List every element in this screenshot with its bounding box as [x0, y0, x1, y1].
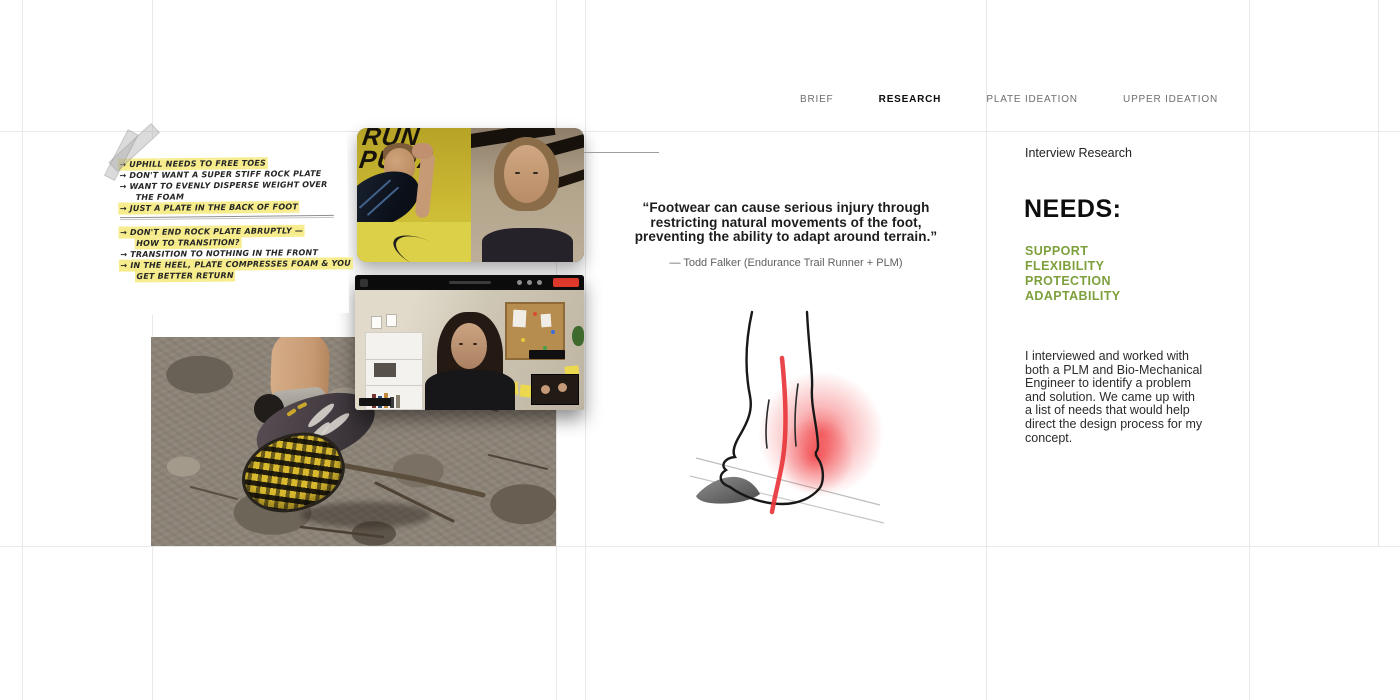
connector-line: [584, 152, 659, 153]
nav-item-plate-ideation[interactable]: PLATE IDEATION: [986, 94, 1077, 105]
toolbar-icon: [527, 280, 532, 285]
need-item: FLEXIBILITY: [1025, 259, 1121, 274]
grid-line: [22, 0, 23, 700]
self-view-face: [541, 385, 550, 394]
plant: [572, 326, 584, 346]
shoe-lace: [359, 179, 392, 209]
participant-name-tag: [529, 350, 565, 359]
book-spine: [396, 395, 400, 408]
project-nav: BRIEF RESEARCH PLATE IDEATION UPPER IDEATIO…: [800, 94, 1218, 105]
section-heading: Interview Research: [1025, 146, 1132, 160]
self-view-face: [558, 383, 567, 392]
interviewee-face: [451, 323, 487, 369]
note-text: → UPHILL NEEDS TO FREE TOES: [119, 159, 266, 170]
yellow-shirt: [357, 222, 471, 262]
pin-icon: [533, 312, 537, 316]
shoe-lace: [297, 402, 308, 410]
window-titlebar: [355, 275, 584, 290]
participant-face: [504, 145, 549, 203]
participant-torso: [482, 228, 573, 262]
grid-line: [1378, 0, 1379, 546]
nav-item-upper-ideation[interactable]: UPPER IDEATION: [1123, 94, 1218, 105]
grid-line: [986, 0, 987, 700]
video-participant-right: [471, 128, 584, 262]
need-item: PROTECTION: [1025, 274, 1121, 289]
handwritten-notes: → UPHILL NEEDS TO FREE TOES→ DON'T WANT …: [109, 137, 349, 315]
window-menu-icon: [360, 279, 368, 287]
note-underline: [120, 215, 334, 220]
picture-frame: [371, 316, 382, 329]
participant-hand: [412, 143, 433, 159]
nav-item-brief[interactable]: BRIEF: [800, 94, 833, 105]
needs-title: NEEDS:: [1024, 195, 1121, 224]
self-view-thumbnail: [531, 374, 579, 405]
grid-line: [0, 546, 1400, 547]
rock-shape: [696, 477, 760, 504]
toolbar-icon: [517, 280, 522, 285]
portfolio-page: BRIEF RESEARCH PLATE IDEATION UPPER IDEATIO…: [0, 0, 1400, 700]
nav-item-research[interactable]: RESEARCH: [879, 94, 942, 105]
pinned-paper: [513, 310, 527, 328]
shelf-line: [366, 359, 422, 360]
foot-sketch: [688, 300, 888, 530]
eye: [473, 343, 477, 345]
shoe-lace: [286, 408, 297, 417]
shirt-logo-line: [388, 228, 460, 262]
video-participant-left: RUN PUMA: [357, 128, 471, 262]
note-line: GET BETTER RETURN: [120, 269, 348, 282]
need-item: SUPPORT: [1025, 244, 1121, 259]
note-text: → WANT TO EVENLY DISPERSE WEIGHT OVER: [120, 180, 328, 191]
record-button-icon: [553, 278, 579, 287]
interviewee-torso: [425, 370, 515, 410]
storage-box: [374, 363, 396, 377]
window-title: [449, 281, 491, 284]
video-call-screenshot-1: RUN PUMA: [357, 128, 584, 262]
picture-frame: [386, 314, 397, 327]
handwritten-notes-lines: → UPHILL NEEDS TO FREE TOES→ DON'T WANT …: [109, 137, 348, 282]
pull-quote: “Footwear can cause serious injury throu…: [598, 201, 974, 269]
note-text: GET BETTER RETURN: [136, 271, 233, 281]
shelf-line: [366, 385, 422, 386]
need-item: ADAPTABILITY: [1025, 289, 1121, 304]
shoe-lace: [367, 186, 400, 216]
eye: [533, 172, 538, 174]
pin-icon: [521, 338, 525, 342]
quote-attribution: — Todd Falker (Endurance Trail Runner + …: [598, 257, 974, 269]
video-call-screenshot-2: [355, 275, 584, 410]
note-text: → DON'T END ROCK PLATE ABRUPTLY —: [120, 226, 303, 237]
needs-list: SUPPORTFLEXIBILITYPROTECTIONADAPTABILITY: [1025, 244, 1121, 304]
eye: [515, 172, 520, 174]
grid-line: [1249, 0, 1250, 700]
eye: [459, 343, 463, 345]
grid-line: [585, 0, 586, 700]
meeting-label: [359, 398, 391, 406]
note-text: THE FOAM: [136, 192, 185, 202]
note-line: → JUST A PLATE IN THE BACK OF FOOT: [120, 201, 348, 214]
note-text: → JUST A PLATE IN THE BACK OF FOOT: [120, 202, 298, 213]
pin-icon: [551, 330, 555, 334]
pinned-paper: [541, 314, 552, 328]
quote-text: “Footwear can cause serious injury throu…: [598, 201, 974, 245]
video-feed: [355, 290, 584, 410]
research-paragraph: I interviewed and worked with both a PLM…: [1025, 350, 1220, 445]
grid-line: [0, 131, 1400, 132]
note-text: HOW TO TRANSITION?: [136, 238, 240, 248]
note-text: → IN THE HEEL, PLATE COMPRESSES FOAM & Y…: [120, 259, 351, 270]
toolbar-icon: [537, 280, 542, 285]
